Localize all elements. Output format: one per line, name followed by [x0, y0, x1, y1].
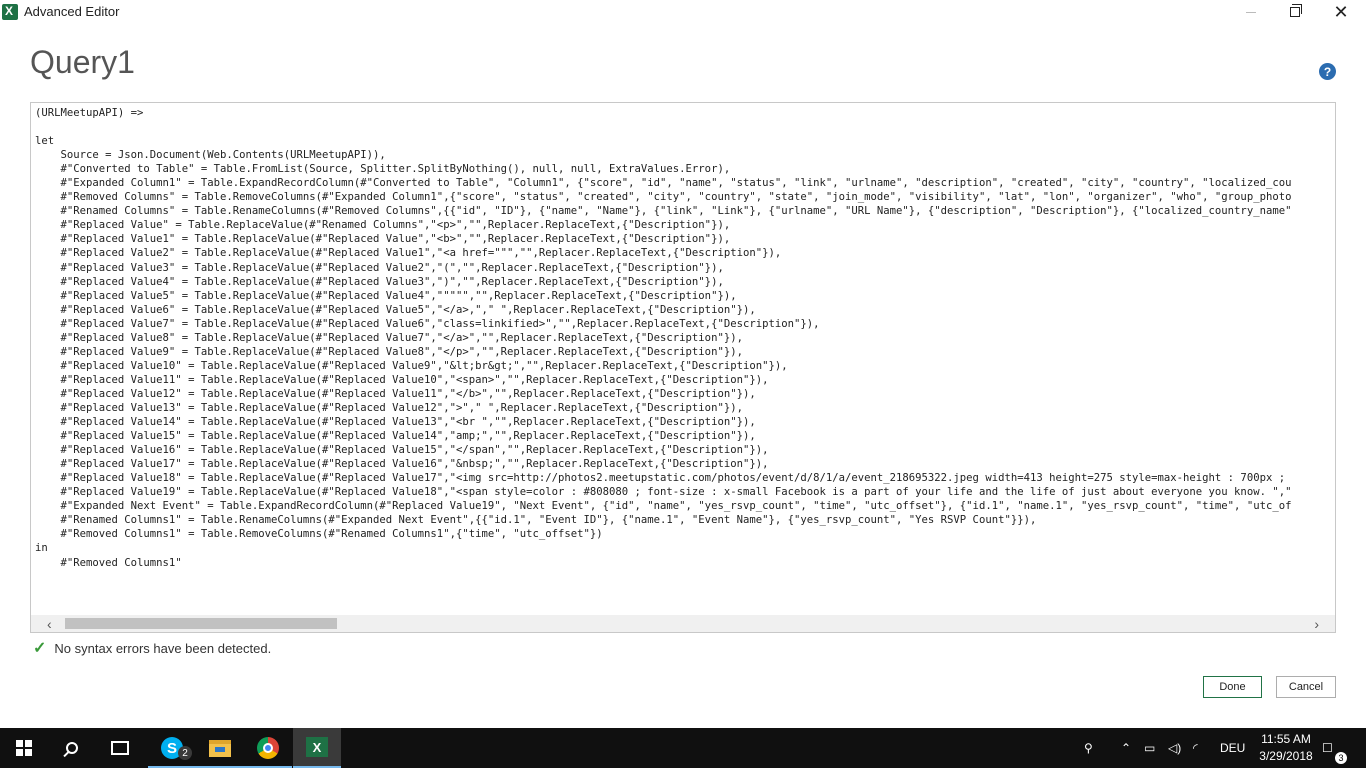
code-line[interactable]: #"Replaced Value12" = Table.ReplaceValue…: [35, 387, 1335, 401]
code-line[interactable]: #"Removed Columns1": [35, 556, 1335, 570]
code-line[interactable]: #"Replaced Value9" = Table.ReplaceValue(…: [35, 345, 1335, 359]
code-text[interactable]: (URLMeetupAPI) => let Source = Json.Docum…: [35, 106, 1335, 611]
chrome-taskbar-button[interactable]: [244, 728, 292, 768]
clock[interactable]: 11:55 AM 3/29/2018: [1253, 731, 1319, 765]
code-line[interactable]: Source = Json.Document(Web.Contents(URLM…: [35, 148, 1335, 162]
code-line[interactable]: #"Replaced Value8" = Table.ReplaceValue(…: [35, 331, 1335, 345]
help-icon[interactable]: ?: [1319, 63, 1336, 80]
skype-badge: 2: [178, 746, 192, 760]
excel-app-icon: [2, 4, 18, 20]
code-line[interactable]: #"Replaced Value18" = Table.ReplaceValue…: [35, 471, 1335, 485]
code-line[interactable]: #"Replaced Value2" = Table.ReplaceValue(…: [35, 246, 1335, 260]
code-line[interactable]: #"Removed Columns1" = Table.RemoveColumn…: [35, 527, 1335, 541]
check-icon: ✓: [33, 640, 47, 657]
search-button[interactable]: [48, 728, 96, 768]
notification-count: 3: [1335, 752, 1347, 764]
file-explorer-taskbar-button[interactable]: [196, 728, 244, 768]
task-view-button[interactable]: [96, 728, 144, 768]
excel-icon: X: [306, 737, 328, 757]
cancel-button[interactable]: Cancel: [1276, 676, 1336, 698]
code-line[interactable]: #"Replaced Value11" = Table.ReplaceValue…: [35, 373, 1335, 387]
close-button[interactable]: ✕: [1318, 0, 1364, 24]
query-title: Query1: [30, 44, 135, 80]
task-view-icon: [111, 741, 129, 755]
code-line[interactable]: (URLMeetupAPI) =>: [35, 106, 1335, 120]
done-button[interactable]: Done: [1203, 676, 1262, 698]
people-icon[interactable]: ⚲: [1084, 728, 1104, 768]
code-line[interactable]: #"Expanded Next Event" = Table.ExpandRec…: [35, 499, 1335, 513]
window-title: Advanced Editor: [24, 4, 120, 19]
folder-icon: [209, 739, 231, 757]
windows-logo-icon: [16, 740, 32, 756]
code-line[interactable]: #"Replaced Value19" = Table.ReplaceValue…: [35, 485, 1335, 499]
code-line[interactable]: #"Replaced Value17" = Table.ReplaceValue…: [35, 457, 1335, 471]
scroll-left-icon[interactable]: ‹: [47, 616, 52, 632]
scrollbar-thumb[interactable]: [65, 618, 337, 629]
code-line[interactable]: #"Converted to Table" = Table.FromList(S…: [35, 162, 1335, 176]
minimize-icon: [1246, 11, 1256, 13]
maximize-button[interactable]: [1272, 0, 1318, 24]
code-line[interactable]: #"Replaced Value10" = Table.ReplaceValue…: [35, 359, 1335, 373]
code-line[interactable]: #"Replaced Value6" = Table.ReplaceValue(…: [35, 303, 1335, 317]
code-line[interactable]: #"Renamed Columns" = Table.RenameColumns…: [35, 204, 1335, 218]
wifi-icon[interactable]: ◜: [1193, 728, 1211, 768]
taskbar: S 2 X ⚲ ⌃ ▭ ◁) ◜ DEU 11:55 AM 3/29/2018 …: [0, 728, 1366, 768]
start-button[interactable]: [0, 728, 48, 768]
code-line[interactable]: #"Replaced Value" = Table.ReplaceValue(#…: [35, 218, 1335, 232]
code-line[interactable]: #"Renamed Columns1" = Table.RenameColumn…: [35, 513, 1335, 527]
code-line[interactable]: #"Replaced Value15" = Table.ReplaceValue…: [35, 429, 1335, 443]
code-line[interactable]: #"Replaced Value13" = Table.ReplaceValue…: [35, 401, 1335, 415]
skype-taskbar-button[interactable]: S 2: [148, 728, 196, 768]
code-line[interactable]: #"Replaced Value5" = Table.ReplaceValue(…: [35, 289, 1335, 303]
code-line[interactable]: [35, 120, 1335, 134]
volume-icon[interactable]: ◁): [1168, 728, 1186, 768]
code-line[interactable]: in: [35, 541, 1335, 555]
search-icon: [66, 742, 78, 754]
minimize-button[interactable]: [1228, 0, 1274, 24]
excel-taskbar-button[interactable]: X: [293, 728, 341, 768]
code-line[interactable]: #"Replaced Value3" = Table.ReplaceValue(…: [35, 261, 1335, 275]
battery-icon[interactable]: ▭: [1144, 728, 1162, 768]
clock-time: 11:55 AM: [1261, 732, 1311, 746]
syntax-status-text: No syntax errors have been detected.: [54, 640, 272, 656]
code-editor[interactable]: (URLMeetupAPI) => let Source = Json.Docum…: [30, 102, 1336, 633]
horizontal-scrollbar[interactable]: ‹ ›: [31, 615, 1335, 632]
code-line[interactable]: #"Replaced Value1" = Table.ReplaceValue(…: [35, 232, 1335, 246]
code-line[interactable]: let: [35, 134, 1335, 148]
code-line[interactable]: #"Replaced Value14" = Table.ReplaceValue…: [35, 415, 1335, 429]
code-line[interactable]: #"Replaced Value4" = Table.ReplaceValue(…: [35, 275, 1335, 289]
clock-date: 3/29/2018: [1259, 749, 1313, 763]
restore-icon: [1290, 4, 1302, 17]
input-language[interactable]: DEU: [1220, 728, 1245, 768]
code-line[interactable]: #"Replaced Value7" = Table.ReplaceValue(…: [35, 317, 1335, 331]
code-line[interactable]: #"Expanded Column1" = Table.ExpandRecord…: [35, 176, 1335, 190]
chevron-up-icon[interactable]: ⌃: [1121, 728, 1135, 768]
scroll-right-icon[interactable]: ›: [1314, 616, 1319, 632]
syntax-status: ✓ No syntax errors have been detected.: [33, 638, 271, 658]
code-line[interactable]: #"Replaced Value16" = Table.ReplaceValue…: [35, 443, 1335, 457]
chrome-icon: [257, 737, 279, 759]
title-bar: Advanced Editor ✕: [0, 0, 1366, 24]
close-icon: ✕: [1333, 2, 1349, 22]
code-line[interactable]: #"Removed Columns" = Table.RemoveColumns…: [35, 190, 1335, 204]
